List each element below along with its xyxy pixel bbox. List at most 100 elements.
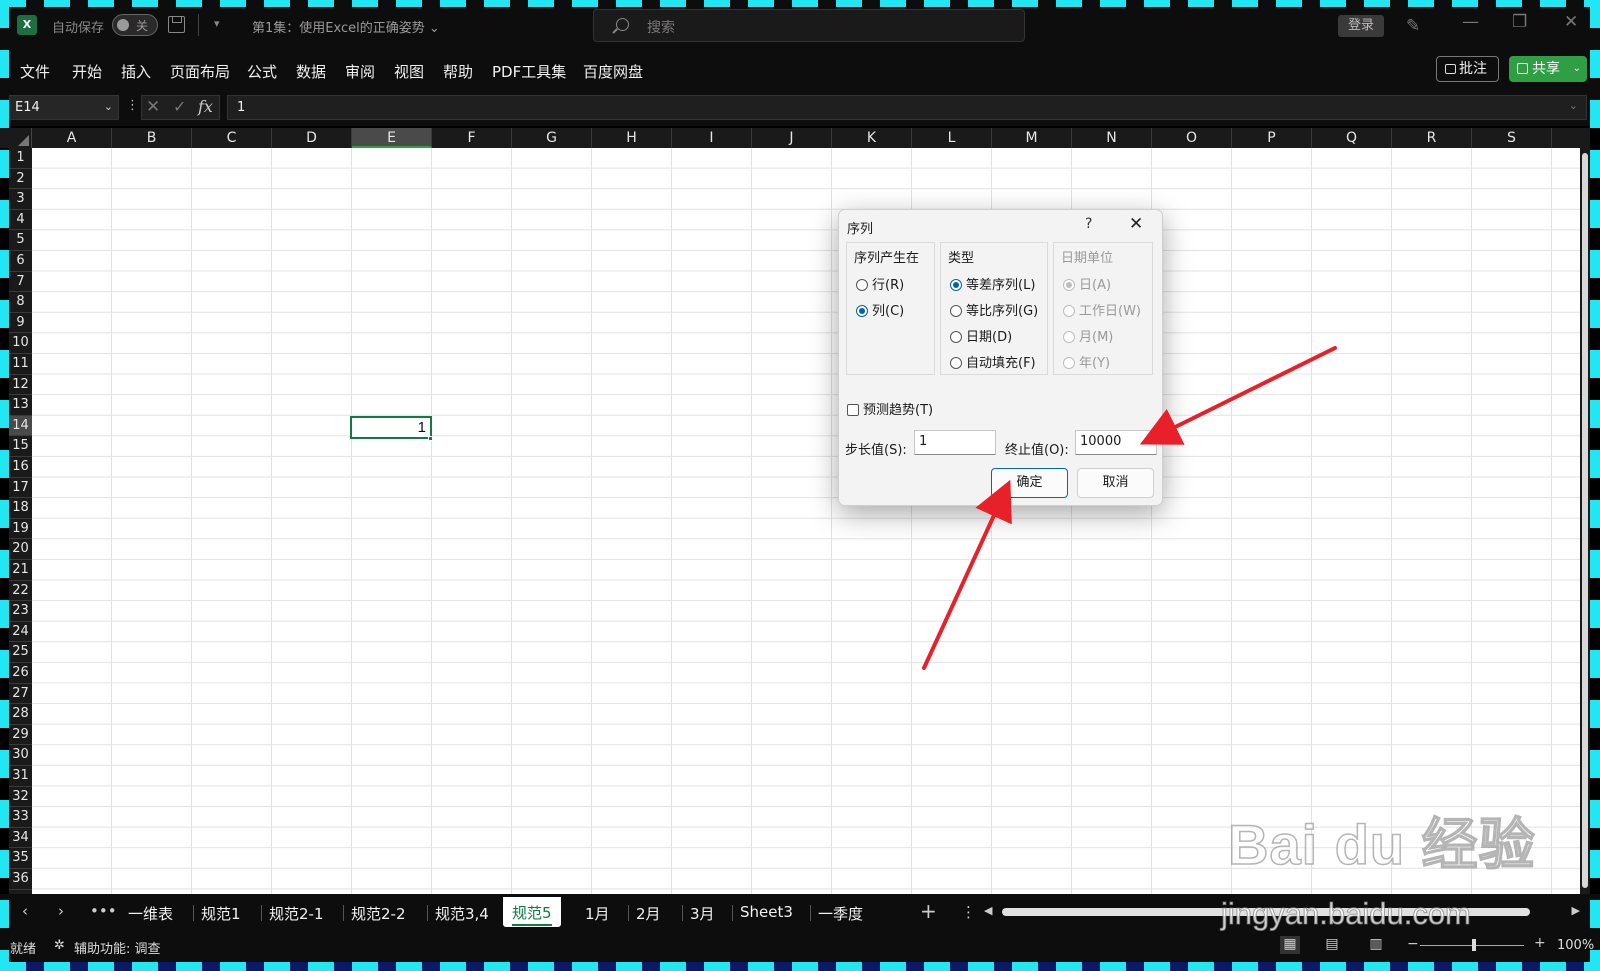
row-header[interactable]: 1 (9, 148, 32, 169)
tab-page-layout[interactable]: 页面布局 (170, 61, 230, 82)
row-header[interactable]: 33 (9, 807, 32, 828)
comments-button[interactable]: 批注 (1436, 56, 1499, 82)
column-header[interactable]: M (992, 128, 1072, 148)
page-layout-view-icon[interactable]: ▤ (1322, 936, 1342, 954)
radio-columns[interactable]: 列(C) (856, 300, 904, 319)
tab-data[interactable]: 数据 (296, 61, 326, 82)
row-header[interactable]: 36 (9, 869, 32, 890)
radio-button[interactable] (950, 357, 962, 369)
radio-date[interactable]: 日期(D) (950, 326, 1012, 345)
more-sheets-icon[interactable]: ••• (90, 902, 117, 920)
row-header[interactable]: 18 (9, 498, 32, 519)
column-header[interactable]: G (512, 128, 592, 148)
column-header[interactable]: F (432, 128, 512, 148)
sheet-tab[interactable]: 1月 (585, 903, 610, 924)
autosave-toggle[interactable]: 关 (112, 14, 158, 36)
column-header[interactable]: I (672, 128, 752, 148)
column-header[interactable]: L (912, 128, 992, 148)
row-header[interactable]: 22 (9, 581, 32, 602)
row-header[interactable]: 9 (9, 313, 32, 334)
login-button[interactable]: 登录 (1338, 15, 1384, 37)
tab-review[interactable]: 审阅 (345, 61, 375, 82)
column-header[interactable]: R (1392, 128, 1472, 148)
tab-file[interactable]: 文件 (20, 61, 50, 82)
scroll-right-icon[interactable]: ▶ (1572, 904, 1580, 917)
row-header[interactable]: 7 (9, 272, 32, 293)
radio-button[interactable] (856, 279, 868, 291)
accessibility-status[interactable]: 辅助功能: 调查 (74, 938, 161, 957)
column-header[interactable]: D (272, 128, 352, 148)
chevron-down-icon[interactable]: ⌄ (1569, 99, 1578, 112)
radio-rows[interactable]: 行(R) (856, 274, 904, 293)
normal-view-icon[interactable]: ▦ (1280, 936, 1300, 954)
zoom-level[interactable]: 100% (1557, 938, 1594, 953)
fill-handle[interactable] (428, 436, 433, 441)
radio-button[interactable] (950, 279, 962, 291)
row-header[interactable]: 6 (9, 251, 32, 272)
column-header[interactable]: J (752, 128, 832, 148)
row-header[interactable]: 25 (9, 642, 32, 663)
stop-value-input[interactable]: 10000 (1075, 430, 1157, 455)
zoom-in-icon[interactable]: + (1534, 935, 1546, 951)
tab-formulas[interactable]: 公式 (247, 61, 277, 82)
share-button[interactable]: 共享 ⌄ (1509, 56, 1587, 82)
formula-input[interactable]: 1 ⌄ (227, 95, 1587, 120)
select-all-button[interactable] (9, 128, 32, 148)
row-header[interactable]: 16 (9, 457, 32, 478)
customize-toolbar-icon[interactable]: ▾ (214, 17, 220, 30)
scroll-left-icon[interactable]: ◀ (984, 904, 992, 917)
step-value-input[interactable]: 1 (914, 430, 996, 455)
sheet-tab[interactable]: 3月 (690, 903, 715, 924)
insert-function-icon[interactable]: fx (198, 97, 213, 116)
row-header[interactable]: 26 (9, 663, 32, 684)
chevron-left-icon[interactable]: ‹ (22, 902, 28, 920)
help-button[interactable]: ? (1085, 216, 1092, 232)
row-header[interactable]: 17 (9, 478, 32, 499)
document-title[interactable]: 第1集：使用Excel的正确姿势 ⌄ (252, 17, 440, 36)
row-header[interactable]: 15 (9, 436, 32, 457)
close-window-icon[interactable]: ✕ (1564, 12, 1578, 32)
vertical-scrollbar[interactable] (1580, 128, 1590, 894)
row-header[interactable]: 34 (9, 828, 32, 849)
row-header[interactable]: 21 (9, 560, 32, 581)
minimize-icon[interactable]: — (1462, 12, 1479, 32)
add-sheet-icon[interactable]: + (920, 899, 937, 923)
cell-grid[interactable] (32, 148, 1580, 894)
column-header[interactable]: K (832, 128, 912, 148)
close-icon[interactable]: ✕ (1129, 214, 1143, 234)
column-header[interactable]: P (1232, 128, 1312, 148)
sheet-tab[interactable]: 规范3,4 (435, 903, 489, 924)
cancel-button[interactable]: 取消 (1077, 468, 1154, 498)
row-header[interactable]: 19 (9, 519, 32, 540)
row-header[interactable]: 31 (9, 766, 32, 787)
tab-view[interactable]: 视图 (394, 61, 424, 82)
chevron-right-icon[interactable]: › (58, 902, 64, 920)
page-break-view-icon[interactable]: ▥ (1366, 936, 1386, 954)
row-header[interactable]: 23 (9, 601, 32, 622)
tab-baidu-netdisk[interactable]: 百度网盘 (583, 61, 643, 82)
tab-help[interactable]: 帮助 (443, 61, 473, 82)
trend-checkbox[interactable]: 预测趋势(T) (847, 399, 933, 418)
accessibility-icon[interactable]: ✲ (54, 938, 65, 953)
radio-button[interactable] (950, 305, 962, 317)
row-header[interactable]: 3 (9, 189, 32, 210)
zoom-out-icon[interactable]: − (1407, 936, 1419, 952)
sheet-tab[interactable]: Sheet3 (740, 903, 793, 921)
chevron-down-icon[interactable]: ⌄ (104, 100, 113, 113)
column-header[interactable]: E (352, 128, 432, 148)
row-header[interactable]: 30 (9, 745, 32, 766)
check-icon[interactable]: ✓ (173, 97, 186, 116)
radio-autofill[interactable]: 自动填充(F) (950, 352, 1036, 371)
row-header[interactable]: 32 (9, 787, 32, 808)
pen-icon[interactable]: ✎ (1406, 16, 1420, 36)
row-header[interactable]: 8 (9, 292, 32, 313)
tab-home[interactable]: 开始 (72, 61, 102, 82)
row-header[interactable]: 20 (9, 539, 32, 560)
scroll-thumb[interactable] (1582, 153, 1588, 888)
sheet-tab[interactable]: 规范2-1 (269, 903, 324, 924)
column-header[interactable]: A (32, 128, 112, 148)
sheet-tab[interactable]: 规范2-2 (351, 903, 406, 924)
row-header[interactable]: 28 (9, 704, 32, 725)
sheet-tab[interactable]: 规范5 (503, 897, 561, 927)
row-header[interactable]: 13 (9, 395, 32, 416)
